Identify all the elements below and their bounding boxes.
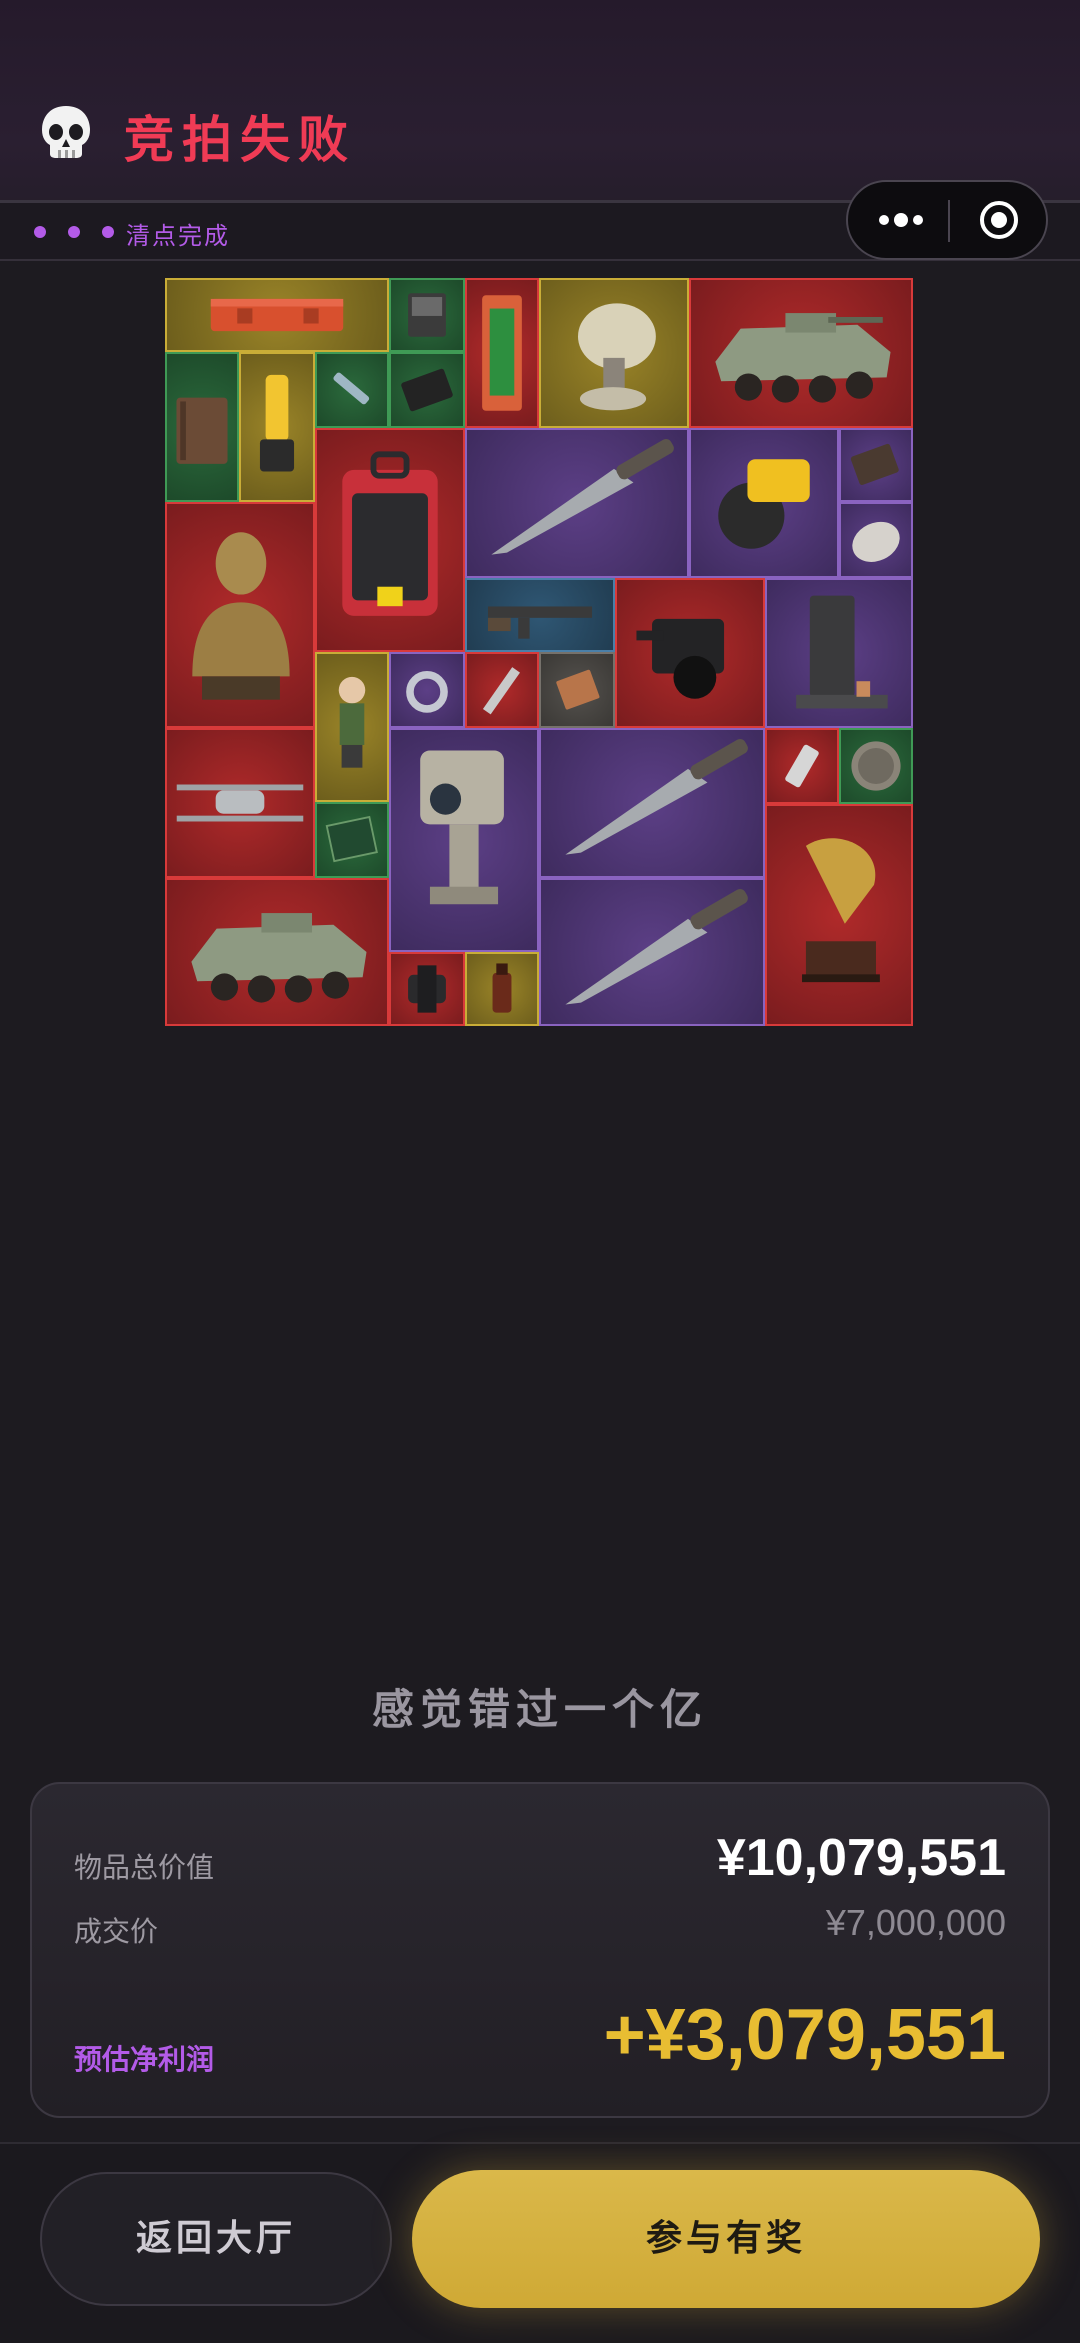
result-header: 竞拍失败 xyxy=(0,0,1080,203)
progress-dots xyxy=(34,226,114,238)
medal-icon xyxy=(852,521,900,562)
profit-value: +¥3,079,551 xyxy=(603,1995,1006,2075)
item-ammo-case[interactable] xyxy=(165,278,389,352)
item-notebook[interactable] xyxy=(165,352,239,502)
bottle-icon xyxy=(492,963,512,1013)
deal-price-label: 成交价 xyxy=(74,1915,159,1948)
deal-price-value: ¥7,000,000 xyxy=(825,1902,1006,1943)
back-to-lobby-button[interactable]: 返回大厅 xyxy=(40,2172,392,2306)
more-dots-icon[interactable] xyxy=(870,198,932,242)
drone-icon xyxy=(176,784,304,822)
circuit-board-icon xyxy=(325,815,378,863)
dot xyxy=(102,226,114,238)
item-defibrillator[interactable] xyxy=(315,428,465,652)
camera-icon xyxy=(636,618,725,699)
card-icon xyxy=(401,368,453,412)
coin-icon xyxy=(851,741,901,791)
item-pen[interactable] xyxy=(465,652,539,728)
item-camera[interactable] xyxy=(615,578,765,728)
mini-program-capsule xyxy=(846,180,1048,260)
knife-icon xyxy=(491,439,674,555)
hard-drive-icon xyxy=(408,293,446,337)
pen-icon xyxy=(482,667,520,715)
usb-icon xyxy=(785,744,819,788)
item-thermal-camera[interactable] xyxy=(389,728,539,952)
item-ring[interactable] xyxy=(389,652,465,728)
capsule-divider xyxy=(948,200,950,242)
circular-saw-icon xyxy=(718,459,810,549)
summary-card: 物品总价值 ¥10,079,551 成交价 ¥7,000,000 预估净利润 +… xyxy=(30,1782,1050,2118)
profit-label: 预估净利润 xyxy=(74,2043,215,2076)
item-armored-vehicle[interactable] xyxy=(165,878,389,1026)
chip-icon xyxy=(850,443,899,485)
armored-vehicle-icon xyxy=(191,913,367,1003)
item-coin[interactable] xyxy=(839,728,913,804)
item-blender[interactable] xyxy=(239,352,315,502)
item-card[interactable] xyxy=(389,352,465,428)
knife-icon xyxy=(565,739,748,855)
dot xyxy=(68,226,80,238)
loot-grid xyxy=(165,278,913,1026)
item-gramophone[interactable] xyxy=(765,804,913,1026)
defibrillator-icon xyxy=(342,451,438,616)
bust-statue-icon xyxy=(192,532,290,700)
total-value: ¥10,079,551 xyxy=(716,1829,1006,1887)
rifle-icon xyxy=(487,606,593,639)
item-figurine[interactable] xyxy=(315,652,389,802)
item-bottle[interactable] xyxy=(465,952,539,1026)
item-matchbox[interactable] xyxy=(539,652,615,728)
item-medal[interactable] xyxy=(839,502,913,578)
item-usb[interactable] xyxy=(765,728,839,804)
join-reward-button[interactable]: 参与有奖 xyxy=(412,2170,1040,2308)
matchbox-icon xyxy=(556,669,600,710)
radar-dish-icon xyxy=(577,303,656,411)
gramophone-icon xyxy=(802,838,880,983)
item-tool-box[interactable] xyxy=(465,278,539,428)
item-knife[interactable] xyxy=(465,428,689,578)
ammo-case-icon xyxy=(210,298,344,332)
notebook-icon xyxy=(176,397,228,464)
item-drone[interactable] xyxy=(165,728,315,878)
ring-icon xyxy=(406,671,448,713)
coffee-machine-icon xyxy=(796,595,888,709)
page-title: 竞拍失败 xyxy=(124,111,356,169)
item-circuit-board[interactable] xyxy=(315,802,389,878)
tool-box-icon xyxy=(482,295,522,411)
item-hard-drive[interactable] xyxy=(389,278,465,352)
target-close-icon[interactable] xyxy=(970,198,1028,242)
armored-vehicle-icon xyxy=(715,313,891,403)
item-bust-statue[interactable] xyxy=(165,502,315,728)
thermal-camera-icon xyxy=(420,750,504,905)
item-coffee-machine[interactable] xyxy=(765,578,913,728)
blender-icon xyxy=(259,374,295,472)
item-knife[interactable] xyxy=(539,878,765,1026)
dot xyxy=(34,226,46,238)
item-radar-dish[interactable] xyxy=(539,278,689,428)
result-tagline: 感觉错过一个亿 xyxy=(371,1685,708,1734)
item-rifle[interactable] xyxy=(465,578,615,652)
item-armored-vehicle[interactable] xyxy=(689,278,913,428)
knife-icon xyxy=(565,889,748,1005)
item-chip[interactable] xyxy=(839,428,913,502)
skull-icon xyxy=(42,106,90,158)
figurine-icon xyxy=(338,676,366,768)
watch-icon xyxy=(408,965,446,1013)
item-syringe[interactable] xyxy=(315,352,389,428)
syringe-icon xyxy=(333,372,370,405)
item-circular-saw[interactable] xyxy=(689,428,839,578)
item-knife[interactable] xyxy=(539,728,765,878)
status-text: 清点完成 xyxy=(126,222,230,250)
total-value-label: 物品总价值 xyxy=(74,1851,215,1884)
item-watch[interactable] xyxy=(389,952,465,1026)
